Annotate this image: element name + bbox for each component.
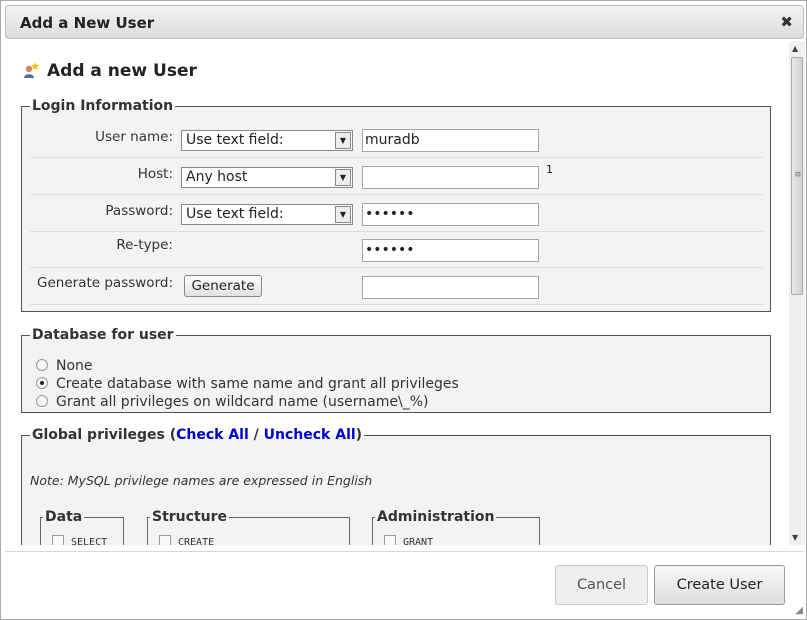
login-information-fieldset: Login Information User name: Use text fi… [21, 98, 771, 312]
global-privileges-fieldset: Global privileges (Check All / Uncheck A… [21, 427, 771, 545]
host-input[interactable] [362, 166, 539, 189]
retype-row: Re-type: •••••• [30, 232, 763, 268]
radio-button[interactable] [36, 395, 48, 407]
retype-label: Re-type: [116, 237, 173, 253]
chevron-down-icon: ▼ [335, 206, 351, 223]
add-user-dialog: Add a New User ✖ Add a new User Login In… [0, 0, 807, 620]
privilege-group-legend: Administration [377, 509, 495, 525]
add-user-icon [24, 62, 39, 78]
close-icon[interactable]: ✖ [780, 13, 793, 31]
password-row: Password: Use text field: ▼ •••••• [30, 196, 763, 232]
radio-button-selected[interactable] [36, 377, 48, 389]
scrollbar-thumb[interactable]: ≡ [791, 57, 803, 295]
create-checkbox[interactable]: CREATE [159, 535, 214, 545]
radio-grant-wildcard[interactable]: Grant all privileges on wildcard name (u… [36, 394, 428, 410]
password-label: Password: [105, 203, 173, 219]
resize-grip-icon[interactable]: ◢ [795, 605, 803, 616]
username-label: User name: [95, 129, 173, 145]
host-row: Host: Any host ▼ 1 [30, 159, 763, 195]
host-label: Host: [137, 166, 173, 182]
dialog-title: Add a New User [20, 14, 155, 32]
privileges-legend: Global privileges (Check All / Uncheck A… [32, 427, 363, 443]
retype-password-input[interactable]: •••••• [362, 239, 539, 262]
cancel-button[interactable]: Cancel [555, 565, 648, 605]
privilege-group-legend: Data [45, 509, 83, 525]
privilege-group-data: Data SELECT [40, 509, 124, 545]
password-type-select[interactable]: Use text field: ▼ [181, 204, 353, 225]
footer-divider [5, 551, 804, 552]
vertical-scrollbar[interactable]: ▲ ≡ ▼ [789, 41, 805, 545]
login-legend: Login Information [32, 98, 174, 114]
scroll-up-icon[interactable]: ▲ [792, 44, 798, 53]
scroll-down-icon[interactable]: ▼ [792, 533, 798, 542]
dialog-content: Add a new User Login Information User na… [5, 41, 788, 545]
generate-password-label: Generate password: [37, 275, 173, 291]
page-title-text: Add a new User [47, 61, 197, 81]
page-title: Add a new User [23, 61, 197, 81]
database-for-user-fieldset: Database for user None Create database w… [21, 327, 771, 413]
checkbox[interactable] [52, 535, 64, 545]
username-type-select[interactable]: Use text field: ▼ [181, 130, 353, 151]
chevron-down-icon: ▼ [335, 132, 351, 149]
select-checkbox[interactable]: SELECT [52, 535, 107, 545]
grant-checkbox[interactable]: GRANT [384, 535, 433, 545]
dialog-titlebar[interactable]: Add a New User ✖ [5, 5, 804, 39]
generated-password-input[interactable] [362, 276, 539, 299]
radio-none[interactable]: None [36, 358, 93, 374]
privilege-group-legend: Structure [152, 509, 228, 525]
privilege-note: Note: MySQL privilege names are expresse… [30, 473, 373, 488]
username-input[interactable]: muradb [362, 129, 539, 152]
grip-icon: ≡ [794, 170, 802, 180]
generate-button[interactable]: Generate [184, 275, 262, 297]
privilege-group-structure: Structure CREATE [147, 509, 350, 545]
privilege-group-administration: Administration GRANT [372, 509, 540, 545]
generate-row: Generate password: Generate [30, 269, 763, 305]
username-row: User name: Use text field: ▼ muradb [30, 122, 763, 158]
create-user-button[interactable]: Create User [654, 565, 785, 605]
checkbox[interactable] [159, 535, 171, 545]
database-legend: Database for user [32, 327, 174, 343]
check-all-link[interactable]: Check All [176, 427, 249, 443]
password-input[interactable]: •••••• [362, 203, 539, 226]
host-select[interactable]: Any host ▼ [181, 167, 353, 188]
checkbox[interactable] [384, 535, 396, 545]
radio-create-database[interactable]: Create database with same name and grant… [36, 376, 459, 392]
chevron-down-icon: ▼ [335, 169, 351, 186]
host-footnote: 1 [546, 163, 553, 176]
uncheck-all-link[interactable]: Uncheck All [264, 427, 356, 443]
radio-button[interactable] [36, 359, 48, 371]
